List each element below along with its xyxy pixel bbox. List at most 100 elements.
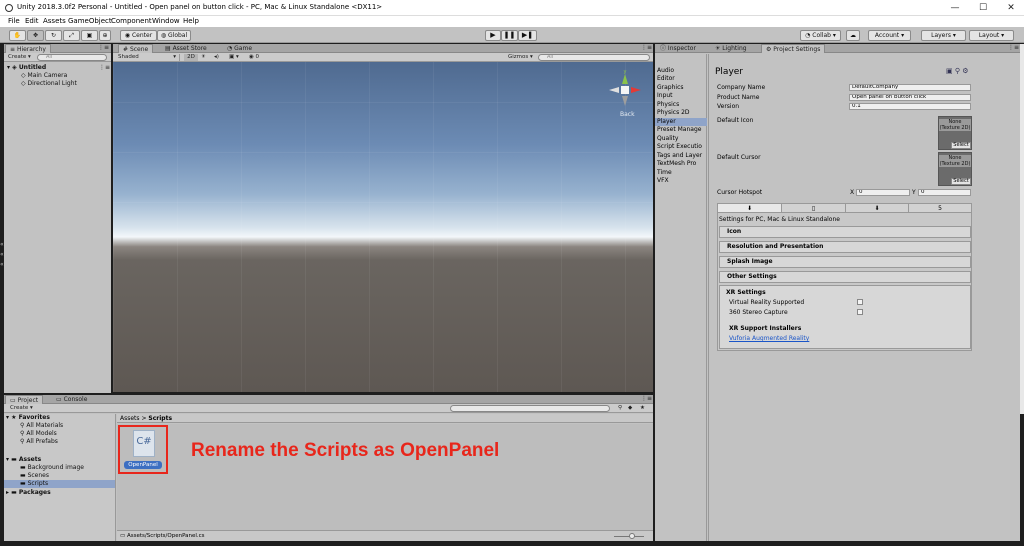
scene-menu-icon[interactable]: ⋮≡ [99, 64, 110, 71]
hand-tool-icon[interactable]: ✋ [9, 30, 26, 41]
breadcrumb-scripts[interactable]: Scripts [148, 415, 172, 422]
minimize-button[interactable]: — [948, 2, 962, 14]
tab-hierarchy[interactable]: ≡ Hierarchy [5, 44, 51, 53]
tree-folder-scripts[interactable]: ▬ Scripts [4, 480, 115, 488]
hierarchy-item-main-camera[interactable]: ◇ Main Camera [21, 72, 67, 80]
panel-menu-icon[interactable]: ⋮≡ [1008, 44, 1019, 51]
favorite-star-icon[interactable]: ★ [640, 405, 645, 412]
account-dropdown[interactable]: Account ▾ [868, 30, 911, 41]
scene-root-row[interactable]: ▾ ◈ Untitled [7, 64, 46, 72]
tab-project-settings[interactable]: ⚙ Project Settings [761, 44, 826, 53]
breadcrumb-assets[interactable]: Assets [120, 415, 140, 422]
tab-game[interactable]: ◔ Game [223, 44, 256, 53]
menu-file[interactable]: File [8, 17, 20, 25]
stereo-capture-checkbox[interactable] [857, 309, 863, 315]
collab-dropdown[interactable]: ◔ Collab ▾ [800, 30, 841, 41]
hotspot-y-field[interactable]: 0 [918, 189, 971, 196]
move-tool-icon[interactable]: ✥ [27, 30, 44, 41]
scale-tool-icon[interactable]: ⤢ [63, 30, 80, 41]
product-name-field[interactable]: Open panel on button click [849, 94, 971, 101]
tab-scene[interactable]: # Scene [118, 44, 154, 53]
version-field[interactable]: 0.1 [849, 103, 971, 110]
layout-dropdown[interactable]: Layout ▾ [969, 30, 1014, 41]
category-time[interactable]: Time [657, 169, 709, 177]
tree-folder-scenes[interactable]: ▬ Scenes [20, 472, 49, 480]
tab-asset-store[interactable]: ▤ Asset Store [161, 44, 211, 53]
maximize-button[interactable]: ☐ [976, 2, 990, 14]
effects-dropdown-icon[interactable]: ▣ ▾ [229, 54, 239, 61]
category-textmesh-pro[interactable]: TextMesh Pro [657, 160, 709, 168]
step-button[interactable]: ▶❚ [518, 30, 537, 41]
tree-all-materials[interactable]: ⚲ All Materials [20, 422, 63, 430]
category-quality[interactable]: Quality [657, 135, 709, 143]
panel-menu-icon[interactable]: ⋮≡ [641, 395, 652, 402]
tree-all-models[interactable]: ⚲ All Models [20, 430, 57, 438]
zoom-slider-handle[interactable] [629, 533, 635, 539]
category-script-execution[interactable]: Script Executio [657, 143, 709, 151]
category-input[interactable]: Input [657, 92, 709, 100]
project-create-dropdown[interactable]: Create ▾ [10, 405, 33, 412]
section-resolution[interactable]: Resolution and Presentation [719, 241, 971, 253]
section-other-settings[interactable]: Other Settings [719, 271, 971, 283]
hierarchy-search-input[interactable]: All [37, 54, 107, 61]
hidden-objects-icon[interactable]: ◉ 0 [249, 54, 259, 61]
default-cursor-slot[interactable]: None (Texture 2D) Select [938, 152, 972, 186]
filter-label-icon[interactable]: ◆ [628, 405, 632, 412]
category-tags-and-layers[interactable]: Tags and Layer [657, 152, 709, 160]
asset-item-openpanel[interactable]: C# OpenPanel [118, 425, 168, 474]
tab-console[interactable]: ▭ Console [52, 395, 91, 404]
menu-help[interactable]: Help [183, 17, 199, 25]
2d-toggle[interactable]: 2D [184, 54, 198, 61]
tab-project[interactable]: ▭ Project [5, 395, 44, 404]
menu-gameobject[interactable]: GameObject [68, 17, 112, 25]
xr-settings-heading[interactable]: XR Settings [726, 289, 766, 296]
default-icon-select-button[interactable]: Select [951, 142, 971, 149]
section-splash-image[interactable]: Splash Image [719, 256, 971, 268]
tree-favorites[interactable]: ▾ ★ Favorites [6, 414, 50, 422]
rect-tool-icon[interactable]: ▣ [81, 30, 98, 41]
default-icon-slot[interactable]: None (Texture 2D) Select [938, 116, 972, 150]
splitter[interactable] [708, 54, 709, 541]
scene-search-input[interactable]: All [538, 54, 650, 61]
menu-edit[interactable]: Edit [25, 17, 39, 25]
play-button[interactable]: ▶ [485, 30, 501, 41]
menu-component[interactable]: Component [111, 17, 152, 25]
category-vfx[interactable]: VFX [657, 177, 709, 185]
panel-menu-icon[interactable]: ⋮≡ [641, 44, 652, 51]
lighting-toggle-icon[interactable]: ☀ [201, 54, 206, 61]
tab-lighting[interactable]: ☀ Lighting [711, 44, 751, 53]
asset-rename-label[interactable]: OpenPanel [124, 461, 162, 469]
category-physics[interactable]: Physics [657, 101, 709, 109]
layers-dropdown[interactable]: Layers ▾ [921, 30, 966, 41]
category-physics-2d[interactable]: Physics 2D [657, 109, 709, 117]
hotspot-x-field[interactable]: 0 [856, 189, 910, 196]
menu-window[interactable]: Window [152, 17, 180, 25]
window-scrollbar[interactable] [1020, 44, 1024, 414]
tree-folder-background-image[interactable]: ▬ Background image [20, 464, 84, 472]
panel-menu-icon[interactable]: ⋮≡ [98, 44, 109, 51]
tree-all-prefabs[interactable]: ⚲ All Prefabs [20, 438, 58, 446]
company-name-field[interactable]: DefaultCompany [849, 84, 971, 91]
section-icon[interactable]: Icon [719, 226, 971, 238]
category-graphics[interactable]: Graphics [657, 84, 709, 92]
menu-assets[interactable]: Assets [43, 17, 66, 25]
pivot-toggle[interactable]: ◉ Center [120, 30, 157, 41]
default-cursor-select-button[interactable]: Select [951, 178, 971, 185]
cloud-icon[interactable]: ☁ [846, 30, 860, 41]
space-toggle[interactable]: ◍ Global [157, 30, 191, 41]
close-window-button[interactable]: ✕ [1004, 2, 1018, 14]
rotate-tool-icon[interactable]: ↻ [45, 30, 62, 41]
filter-type-icon[interactable]: ⚲ [618, 405, 622, 412]
create-dropdown[interactable]: Create ▾ [8, 54, 31, 61]
vuforia-link[interactable]: Vuforia Augmented Reality [729, 335, 809, 342]
audio-toggle-icon[interactable]: ◂) [214, 54, 219, 61]
shading-dropdown[interactable]: Shaded ▾ [118, 54, 180, 61]
category-player[interactable]: Player [655, 118, 707, 126]
scene-view[interactable]: y Back [113, 62, 653, 392]
pause-button[interactable]: ❚❚ [501, 30, 518, 41]
help-icon[interactable]: ▣ ⚲ ⚙ [946, 67, 968, 75]
category-editor[interactable]: Editor [657, 75, 709, 83]
project-search-input[interactable] [450, 405, 610, 412]
transform-tool-icon[interactable]: ⊕ [99, 30, 111, 41]
tree-packages[interactable]: ▸ ▬ Packages [6, 489, 51, 497]
